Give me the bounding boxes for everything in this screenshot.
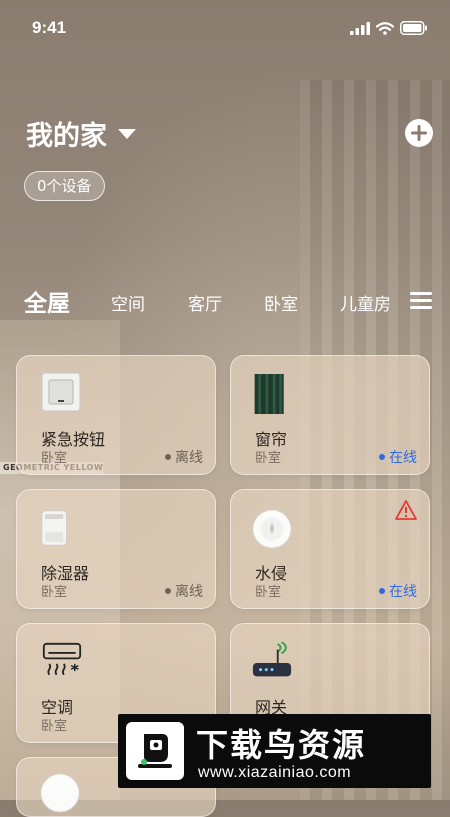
device-room: 卧室 [255, 585, 282, 600]
bird-logo-icon [126, 722, 184, 780]
curtain-icon [254, 374, 284, 414]
tab-all-house[interactable]: 全屋 [24, 284, 70, 318]
device-card-dehumidifier[interactable]: 除湿器 卧室 离线 [16, 489, 216, 609]
device-card-curtain[interactable]: 窗帘 卧室 在线 [230, 355, 430, 475]
watermark-banner: 下载鸟资源 www.xiazainiao.com [118, 714, 431, 788]
device-room: 卧室 [41, 719, 68, 734]
tab-kids-room[interactable]: 儿童房 [340, 290, 391, 315]
home-title: 我的家 [26, 121, 107, 152]
tab-spaces[interactable]: 空间 [111, 290, 145, 315]
watermark-title: 下载鸟资源 [196, 726, 367, 764]
device-status: 在线 [379, 581, 417, 601]
status-dot [379, 588, 385, 594]
caret-down-icon [118, 128, 136, 139]
status-dot [165, 588, 171, 594]
emergency-button-icon [41, 372, 81, 412]
dehumidifier-icon [41, 510, 67, 546]
device-status: 离线 [165, 581, 203, 601]
device-status-label: 在线 [389, 450, 417, 466]
plus-icon [411, 125, 427, 141]
tab-bedroom[interactable]: 卧室 [264, 290, 298, 315]
air-conditioner-icon [42, 642, 82, 676]
status-time: 9:41 [32, 18, 67, 37]
sensor-icon [40, 773, 80, 813]
warning-icon [395, 500, 417, 520]
room-tabs: 全屋 空间 客厅 卧室 儿童房 [0, 280, 450, 320]
status-dot [165, 454, 171, 460]
tab-living-room[interactable]: 客厅 [188, 290, 222, 315]
gateway-icon [252, 642, 292, 677]
device-status-label: 在线 [389, 584, 417, 600]
device-card-water-sensor[interactable]: 水侵 卧室 在线 [230, 489, 430, 609]
status-dot [379, 454, 385, 460]
wifi-icon [376, 21, 394, 35]
device-status-label: 离线 [175, 584, 203, 600]
device-room: 卧室 [41, 451, 68, 466]
home-selector[interactable]: 我的家 [26, 114, 137, 153]
status-icons [350, 21, 428, 35]
signal-icon [350, 21, 370, 35]
battery-icon [400, 21, 427, 35]
device-status: 在线 [379, 447, 417, 467]
device-room: 卧室 [41, 585, 68, 600]
menu-icon[interactable] [410, 292, 432, 310]
device-card-emergency-button[interactable]: 紧急按钮 卧室 离线 [16, 355, 216, 475]
add-device-button[interactable] [405, 119, 433, 147]
device-status-label: 离线 [175, 450, 203, 466]
device-status: 离线 [165, 447, 203, 467]
device-count-badge: 0个设备 [24, 171, 105, 201]
watermark-url: www.xiazainiao.com [198, 764, 352, 781]
device-room: 卧室 [255, 451, 282, 466]
water-sensor-icon [252, 509, 292, 549]
status-bar: 9:41 [0, 0, 450, 56]
